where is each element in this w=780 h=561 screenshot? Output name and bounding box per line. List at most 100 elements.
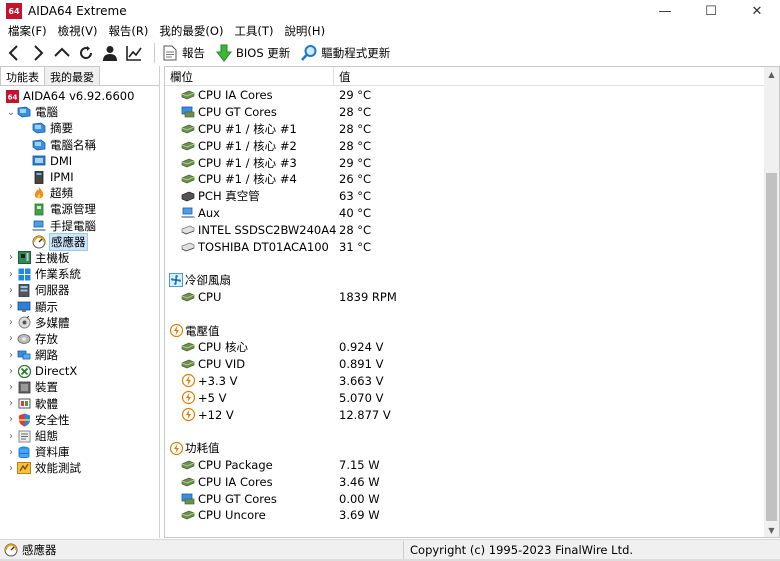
server-icon (17, 283, 31, 297)
navigation-panel: 功能表 我的最愛 64 AIDA64 v6.92.6600 ⌄ 電腦 摘要 電腦名稱 DMI… (0, 66, 160, 538)
table-row[interactable]: CPU GT Cores 0.00 W (165, 490, 765, 507)
menu-tools[interactable]: 工具(T) (230, 23, 277, 39)
tree-item-3[interactable]: 電腦名稱 (0, 137, 159, 153)
table-row[interactable]: CPU #1 / 核心 #2 28 °C (165, 137, 765, 154)
tree-item-13[interactable]: › 顯示 (0, 298, 159, 314)
table-row[interactable]: CPU Package 7.15 W (165, 457, 765, 474)
computer-icon (32, 122, 46, 135)
menu-file[interactable]: 檔案(F) (4, 23, 51, 39)
table-row[interactable]: CPU IA Cores 29 °C (165, 87, 765, 104)
user-button[interactable] (98, 41, 122, 65)
ipmi-icon (32, 170, 46, 184)
tree-item-5[interactable]: IPMI (0, 169, 159, 185)
refresh-button[interactable] (74, 41, 98, 65)
tree-item-6[interactable]: 超頻 (0, 185, 159, 201)
tree-item-9[interactable]: 感應器 (0, 232, 159, 251)
tree-item-18[interactable]: › 裝置 (0, 379, 159, 395)
table-row[interactable]: INTEL SSDSC2BW240A4 28 °C (165, 221, 765, 238)
tree-item-16[interactable]: › 網路 (0, 347, 159, 363)
tree-item-23[interactable]: › 效能測試 (0, 460, 159, 476)
table-row[interactable]: CPU #1 / 核心 #3 29 °C (165, 154, 765, 171)
tab-favorites[interactable]: 我的最愛 (44, 66, 100, 85)
menu-favorites[interactable]: 我的最愛(O) (155, 23, 227, 39)
back-button[interactable] (2, 41, 26, 65)
table-row[interactable]: PCH 真空管 63 °C (165, 188, 765, 205)
close-button[interactable]: ✕ (734, 0, 780, 22)
value-cell: 26 °C (339, 172, 372, 187)
table-row[interactable]: Aux 40 °C (165, 205, 765, 222)
vertical-scrollbar[interactable]: ▲ ▼ (764, 67, 779, 537)
tree-item-11[interactable]: › 作業系統 (0, 266, 159, 282)
tree-item-8[interactable]: 手提電腦 (0, 218, 159, 234)
table-row[interactable]: CPU #1 / 核心 #4 26 °C (165, 171, 765, 188)
tree-item-21[interactable]: › 組態 (0, 428, 159, 444)
expand-chevron-icon[interactable]: › (5, 301, 17, 312)
scroll-up-icon[interactable]: ▲ (764, 67, 779, 81)
expand-chevron-icon[interactable]: › (5, 398, 17, 409)
maximize-button[interactable]: ☐ (688, 0, 734, 22)
column-value-header[interactable]: 值 (334, 67, 356, 85)
table-row[interactable]: CPU Uncore 3.69 W (165, 507, 765, 524)
tree-item-19[interactable]: › 軟體 (0, 396, 159, 412)
expand-chevron-icon[interactable]: › (5, 350, 17, 361)
expand-chevron-icon[interactable]: › (5, 317, 17, 328)
collapse-chevron-icon[interactable]: ⌄ (5, 107, 17, 118)
tree-item-15[interactable]: › 存放 (0, 331, 159, 347)
table-row[interactable]: CPU 1839 RPM (165, 289, 765, 306)
up-button[interactable] (50, 41, 74, 65)
tree-item-17[interactable]: › DirectX (0, 363, 159, 379)
report-button[interactable]: 報告 (161, 44, 205, 62)
table-row[interactable]: TOSHIBA DT01ACA100 31 °C (165, 238, 765, 255)
table-row[interactable]: CPU GT Cores 28 °C (165, 104, 765, 121)
voltage-icon (181, 408, 195, 422)
tree-item-14[interactable]: › 多媒體 (0, 315, 159, 331)
expand-chevron-icon[interactable]: › (5, 366, 17, 377)
table-row[interactable]: CPU IA Cores 3.46 W (165, 473, 765, 490)
tree-item-12[interactable]: › 伺服器 (0, 282, 159, 298)
expand-chevron-icon[interactable]: › (5, 431, 17, 442)
tree-item-20[interactable]: › 安全性 (0, 412, 159, 428)
tree-item-0[interactable]: 64 AIDA64 v6.92.6600 (0, 88, 159, 104)
table-row[interactable]: CPU #1 / 核心 #1 28 °C (165, 121, 765, 138)
field-label: CPU IA Cores (198, 474, 273, 489)
menu-view[interactable]: 檢視(V) (54, 23, 102, 39)
minimize-button[interactable]: — (642, 0, 688, 22)
table-row[interactable]: CPU VID 0.891 V (165, 356, 765, 373)
chip-icon (181, 358, 195, 370)
tree-item-4[interactable]: DMI (0, 153, 159, 169)
tree-item-10[interactable]: › 主機板 (0, 250, 159, 266)
voltage-icon (181, 391, 195, 405)
expand-chevron-icon[interactable]: › (5, 285, 17, 296)
table-row[interactable]: CPU 核心 0.924 V (165, 339, 765, 356)
tree-item-1[interactable]: ⌄ 電腦 (0, 104, 159, 120)
scrollbar-thumb[interactable] (766, 173, 777, 521)
column-field-header[interactable]: 欄位 (165, 67, 334, 85)
expand-chevron-icon[interactable]: › (5, 447, 17, 458)
bios-update-button[interactable]: BIOS 更新 (215, 44, 290, 62)
tab-menu[interactable]: 功能表 (0, 66, 45, 85)
menu-help[interactable]: 說明(H) (280, 23, 329, 39)
menu-bar: 檔案(F) 檢視(V) 報告(R) 我的最愛(O) 工具(T) 說明(H) (0, 22, 780, 40)
tree-item-label: 電腦名稱 (50, 137, 96, 152)
menu-report[interactable]: 報告(R) (104, 23, 152, 39)
tree-item-22[interactable]: › 資料庫 (0, 444, 159, 460)
field-label: +12 V (198, 407, 234, 422)
expand-chevron-icon[interactable]: › (5, 382, 17, 393)
table-row[interactable]: +5 V 5.070 V (165, 389, 765, 406)
table-row[interactable]: +3.3 V 3.663 V (165, 373, 765, 390)
expand-chevron-icon[interactable]: › (5, 269, 17, 280)
expand-chevron-icon[interactable]: › (5, 414, 17, 425)
voltage-icon (169, 324, 183, 338)
forward-button[interactable] (26, 41, 50, 65)
tree-item-2[interactable]: 摘要 (0, 120, 159, 136)
expand-chevron-icon[interactable]: › (5, 252, 17, 263)
expand-chevron-icon[interactable]: › (5, 463, 17, 474)
table-row[interactable]: +12 V 12.877 V (165, 406, 765, 423)
value-cell: 3.69 W (339, 508, 380, 523)
sensor-group-label: 功耗值 (185, 441, 220, 456)
scroll-down-icon[interactable]: ▼ (764, 523, 779, 537)
chart-button[interactable] (122, 41, 146, 65)
tree-item-7[interactable]: 電源管理 (0, 201, 159, 217)
driver-update-button[interactable]: 驅動程式更新 (300, 44, 390, 62)
expand-chevron-icon[interactable]: › (5, 333, 17, 344)
